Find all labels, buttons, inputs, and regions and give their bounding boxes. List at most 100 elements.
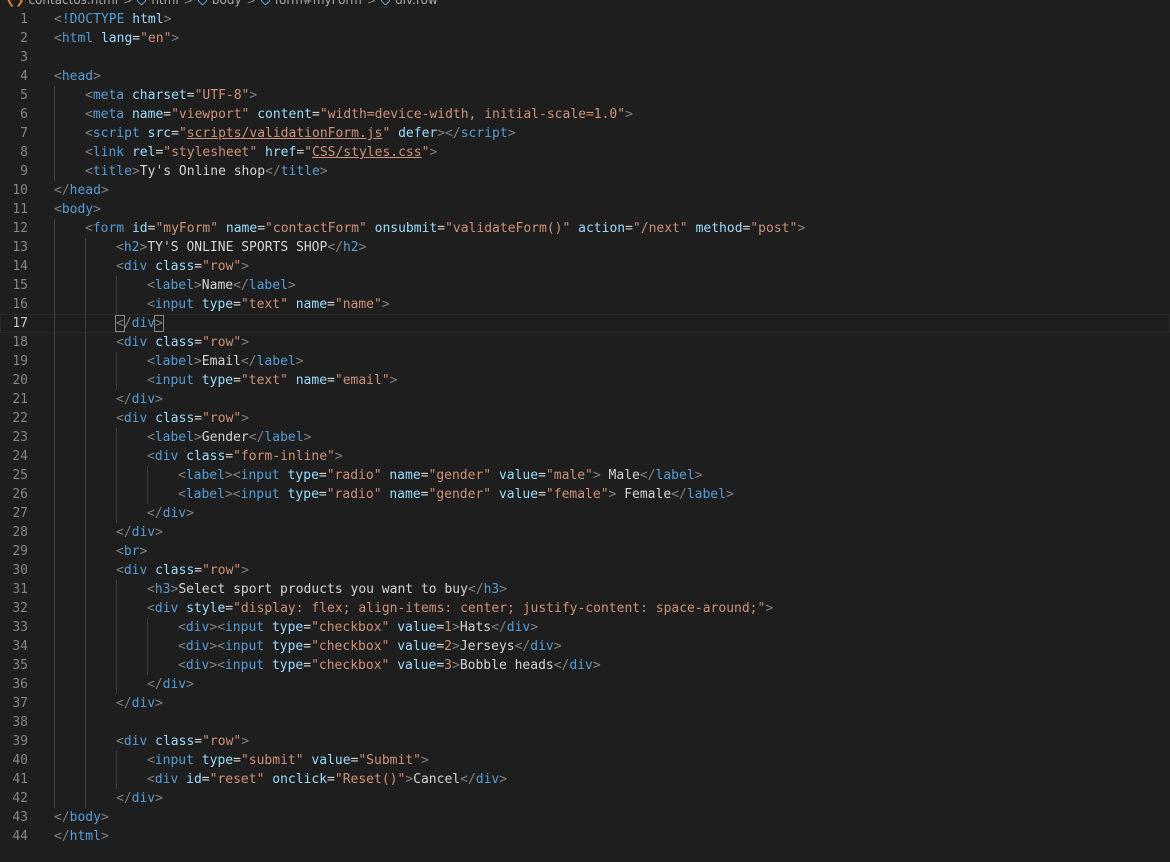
code-text[interactable]: <title>Ty's Online shop</title> xyxy=(54,162,328,181)
code-line[interactable]: 18 <div class="row"> xyxy=(0,333,1170,352)
code-line[interactable]: 38 xyxy=(0,713,1170,732)
code-text[interactable]: <div class="row"> xyxy=(54,561,249,580)
code-text[interactable]: <html lang="en"> xyxy=(54,29,179,48)
code-line[interactable]: 34 <div><input type="checkbox" value=2>Je… xyxy=(0,637,1170,656)
code-text[interactable]: <script src="scripts/validationForm.js" … xyxy=(54,124,516,143)
code-text[interactable]: <meta charset="UTF-8"> xyxy=(54,86,257,105)
code-text[interactable]: </body> xyxy=(54,808,109,827)
code-line[interactable]: 28 </div> xyxy=(0,523,1170,542)
code-line[interactable]: 35 <div><input type="checkbox" value=3>Bo… xyxy=(0,656,1170,675)
code-text[interactable]: </div> xyxy=(54,789,163,808)
code-text[interactable]: </div> xyxy=(54,523,163,542)
code-line[interactable]: 43 </body> xyxy=(0,808,1170,827)
code-line[interactable]: 23 <label>Gender</label> xyxy=(0,428,1170,447)
code-text[interactable]: </html> xyxy=(54,827,109,846)
punctuation-token: </ xyxy=(233,278,249,293)
code-line[interactable]: 42 </div> xyxy=(0,789,1170,808)
code-editor[interactable]: 1 <!DOCTYPE html> 2 <html lang="en"> 3 4 <head… xyxy=(0,10,1170,846)
code-text[interactable]: <div class="row"> xyxy=(54,257,249,276)
code-text[interactable]: <label>Gender</label> xyxy=(54,428,311,447)
code-line[interactable]: 39 <div class="row"> xyxy=(0,732,1170,751)
breadcrumb-item[interactable]: div.row xyxy=(380,0,438,7)
code-text[interactable]: <input type="submit" value="Submit"> xyxy=(54,751,429,770)
code-line[interactable]: 16 <input type="text" name="name"> xyxy=(0,295,1170,314)
indent-guide xyxy=(85,257,86,276)
bracket-match-token: < xyxy=(115,315,125,332)
code-line[interactable]: 13 <h2>TY'S ONLINE SPORTS SHOP</h2> xyxy=(0,238,1170,257)
code-text[interactable]: <div class="row"> xyxy=(54,409,249,428)
code-line[interactable]: 31 <h3>Select sport products you want to … xyxy=(0,580,1170,599)
code-text[interactable]: <div class="form-inline"> xyxy=(54,447,343,466)
code-text[interactable]: <div><input type="checkbox" value=1>Hats… xyxy=(54,618,538,637)
breadcrumb-item[interactable]: html xyxy=(136,0,179,7)
code-line[interactable]: 30 <div class="row"> xyxy=(0,561,1170,580)
code-text[interactable]: <label>Email</label> xyxy=(54,352,304,371)
code-line[interactable]: 1 <!DOCTYPE html> xyxy=(0,10,1170,29)
code-text[interactable]: <label><input type="radio" name="gender"… xyxy=(54,485,734,504)
code-text[interactable]: <div id="reset" onclick="Reset()">Cancel… xyxy=(54,770,507,789)
code-line[interactable]: 29 <br> xyxy=(0,542,1170,561)
code-line[interactable]: 20 <input type="text" name="email"> xyxy=(0,371,1170,390)
breadcrumb-item[interactable]: ❮❯ contactos.html xyxy=(6,0,118,7)
code-line[interactable]: 26 <label><input type="radio" name="gende… xyxy=(0,485,1170,504)
code-line[interactable]: 37 </div> xyxy=(0,694,1170,713)
code-line[interactable]: 22 <div class="row"> xyxy=(0,409,1170,428)
code-line[interactable]: 19 <label>Email</label> xyxy=(0,352,1170,371)
code-line[interactable]: 21 </div> xyxy=(0,390,1170,409)
code-text[interactable]: <div class="row"> xyxy=(54,333,249,352)
code-line[interactable]: 27 </div> xyxy=(0,504,1170,523)
code-text[interactable]: <h3>Select sport products you want to bu… xyxy=(54,580,507,599)
code-line[interactable]: 44 </html> xyxy=(0,827,1170,846)
code-text[interactable]: <h2>TY'S ONLINE SPORTS SHOP</h2> xyxy=(54,238,366,257)
code-text[interactable]: </div> xyxy=(54,694,163,713)
code-text[interactable]: <body> xyxy=(54,200,101,219)
code-line[interactable]: 15 <label>Name</label> xyxy=(0,276,1170,295)
code-text[interactable]: <input type="text" name="name"> xyxy=(54,295,390,314)
code-text[interactable]: </div> xyxy=(54,675,194,694)
code-line[interactable]: 4 <head> xyxy=(0,67,1170,86)
code-line[interactable]: 11 <body> xyxy=(0,200,1170,219)
code-text[interactable]: </div> xyxy=(54,390,163,409)
code-line[interactable]: 3 xyxy=(0,48,1170,67)
code-text[interactable]: <head> xyxy=(54,67,101,86)
breadcrumb-item[interactable]: form#myForm xyxy=(260,0,362,7)
code-text[interactable]: <label>Name</label> xyxy=(54,276,296,295)
code-line[interactable]: 2 <html lang="en"> xyxy=(0,29,1170,48)
code-text[interactable]: <label><input type="radio" name="gender"… xyxy=(54,466,702,485)
code-text[interactable]: <form id="myForm" name="contactForm" ons… xyxy=(54,219,805,238)
code-line[interactable]: 24 <div class="form-inline"> xyxy=(0,447,1170,466)
line-number: 42 xyxy=(12,791,28,806)
code-line[interactable]: 32 <div style="display: flex; align-items… xyxy=(0,599,1170,618)
code-line[interactable]: 41 <div id="reset" onclick="Reset()">Canc… xyxy=(0,770,1170,789)
code-text[interactable]: <div><input type="checkbox" value=3>Bobb… xyxy=(54,656,601,675)
breadcrumb-item[interactable]: body xyxy=(197,0,242,7)
code-line[interactable]: 36 </div> xyxy=(0,675,1170,694)
code-text[interactable]: <link rel="stylesheet" href="CSS/styles.… xyxy=(54,143,437,162)
code-text[interactable]: </div> xyxy=(54,314,164,333)
code-line[interactable]: 7 <script src="scripts/validationForm.js"… xyxy=(0,124,1170,143)
code-text[interactable]: </div> xyxy=(54,504,194,523)
code-text[interactable]: <input type="text" name="email"> xyxy=(54,371,398,390)
code-line[interactable]: 8 <link rel="stylesheet" href="CSS/styles… xyxy=(0,143,1170,162)
code-text[interactable]: <div style="display: flex; align-items: … xyxy=(54,599,773,618)
code-line[interactable]: 10 </head> xyxy=(0,181,1170,200)
punctuation-token: > xyxy=(241,734,250,749)
link-token: CSS/styles.css xyxy=(312,145,422,160)
code-text[interactable]: </head> xyxy=(54,181,109,200)
code-line[interactable]: 5 <meta charset="UTF-8"> xyxy=(0,86,1170,105)
code-line[interactable]: 40 <input type="submit" value="Submit"> xyxy=(0,751,1170,770)
code-text[interactable]: <!DOCTYPE html> xyxy=(54,10,171,29)
code-line[interactable]: 14 <div class="row"> xyxy=(0,257,1170,276)
code-text[interactable]: <br> xyxy=(54,542,147,561)
code-line[interactable]: 25 <label><input type="radio" name="gende… xyxy=(0,466,1170,485)
punctuation-token: < xyxy=(147,430,155,445)
code-text[interactable]: <meta name="viewport" content="width=dev… xyxy=(54,105,633,124)
code-line[interactable]: 9 <title>Ty's Online shop</title> xyxy=(0,162,1170,181)
attribute-token: type xyxy=(201,753,234,768)
code-line[interactable]: 33 <div><input type="checkbox" value=1>Ha… xyxy=(0,618,1170,637)
code-line[interactable]: 6 <meta name="viewport" content="width=de… xyxy=(0,105,1170,124)
code-text[interactable]: <div><input type="checkbox" value=2>Jers… xyxy=(54,637,562,656)
code-line[interactable]: 12 <form id="myForm" name="contactForm" o… xyxy=(0,219,1170,238)
code-text[interactable]: <div class="row"> xyxy=(54,732,249,751)
code-line[interactable]: 17 </div> xyxy=(0,314,1170,333)
